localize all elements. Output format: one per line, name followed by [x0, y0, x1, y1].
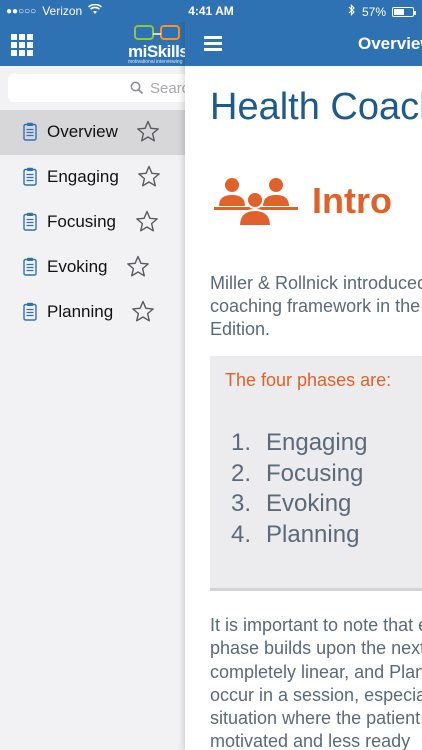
clipboard-icon [23, 302, 37, 321]
list-number: 1. [231, 429, 252, 456]
paragraph-line: occur in a session, especially in a [210, 684, 422, 705]
clipboard-icon [23, 257, 37, 276]
favorite-star-icon[interactable] [126, 255, 150, 278]
list-item: 1. Engaging [231, 428, 367, 459]
paragraph-line: completely linear, and Planning may [210, 661, 422, 682]
favorite-star-icon[interactable] [137, 165, 161, 188]
favorite-star-icon[interactable] [135, 210, 159, 233]
list-item: 2. Focusing [231, 459, 367, 490]
sidebar-item-label: Evoking [47, 257, 108, 276]
bluetooth-icon [348, 4, 356, 19]
list-label: Focusing [266, 459, 364, 487]
sidebar-item-label: Engaging [47, 167, 119, 186]
list-number: 2. [231, 459, 252, 487]
sidebar-item-engaging[interactable]: Engaging [0, 155, 185, 200]
intro-paragraph: Miller & Rollnick introduced the coachin… [210, 272, 422, 341]
logo-bubbles-icon [134, 25, 180, 40]
sidebar-item-planning[interactable]: Planning [0, 290, 185, 335]
paragraph-line: Edition. [210, 319, 271, 339]
paragraph-line: phase builds upon the next. It is not [210, 638, 422, 659]
clipboard-icon [23, 167, 37, 186]
list-item: 4. Planning [231, 520, 367, 551]
list-label: Planning [266, 520, 360, 548]
list-number: 4. [231, 520, 252, 548]
nav-title: Overview [358, 34, 422, 53]
page-title: Health Coaching [210, 86, 422, 128]
paragraph-line: coaching framework in the 3rd [210, 296, 422, 316]
battery-icon [392, 6, 416, 17]
sidebar-menu: Overview Engaging Focusing Evoking Plann… [0, 110, 185, 335]
search-bar: Search [0, 66, 198, 110]
clipboard-icon [23, 122, 37, 141]
sidebar: miSkills motivational interviewing Searc… [0, 0, 198, 750]
phases-list: 1. Engaging 2. Focusing 3. Evoking 4. Planni… [231, 428, 367, 550]
battery-fill [394, 8, 405, 15]
search-input[interactable]: Search [8, 74, 198, 102]
phases-heading: The four phases are: [225, 370, 392, 390]
paragraph-line: situation where the patient is [210, 708, 422, 729]
clipboard-icon [23, 212, 37, 231]
status-bar: ●●○○○ Verizon 4:41 AM 57% [0, 0, 422, 22]
sidebar-item-label: Overview [47, 122, 118, 141]
sidebar-item-label: Planning [47, 302, 114, 321]
sidebar-item-evoking[interactable]: Evoking [0, 245, 185, 290]
list-label: Engaging [266, 429, 368, 456]
paragraph-line: Miller & Rollnick introduced the [210, 273, 422, 293]
paragraph-line: motivated and less ready [210, 731, 411, 750]
phases-callout: The four phases are: 1. Engaging 2. Focusi… [210, 356, 422, 591]
sidebar-header: miSkills motivational interviewing [0, 22, 185, 66]
sidebar-item-focusing[interactable]: Focusing [0, 200, 185, 245]
coaching-people-icon [214, 178, 298, 227]
nav-bar: Overview [185, 22, 422, 66]
main-panel: Overview Health Coaching Intro Miller & … [185, 0, 422, 750]
battery-percent: 57% [361, 4, 386, 19]
sidebar-item-label: Focusing [47, 212, 116, 231]
favorite-star-icon[interactable] [131, 300, 155, 323]
list-label: Evoking [266, 490, 352, 517]
list-number: 3. [231, 490, 252, 517]
favorite-star-icon[interactable] [136, 120, 160, 143]
hamburger-menu-icon[interactable] [204, 36, 222, 51]
paragraph-line: It is important to note that each [210, 615, 422, 635]
logo-tagline: motivational interviewing [128, 59, 183, 65]
grid-menu-icon[interactable] [11, 34, 33, 56]
intro-heading: Intro [312, 180, 392, 221]
search-icon [130, 81, 144, 95]
list-item: 3. Evoking [231, 489, 367, 520]
sidebar-item-overview[interactable]: Overview [0, 110, 185, 155]
app-logo: miSkills motivational interviewing [128, 25, 185, 65]
body-paragraph: It is important to note that each phase … [210, 614, 422, 750]
